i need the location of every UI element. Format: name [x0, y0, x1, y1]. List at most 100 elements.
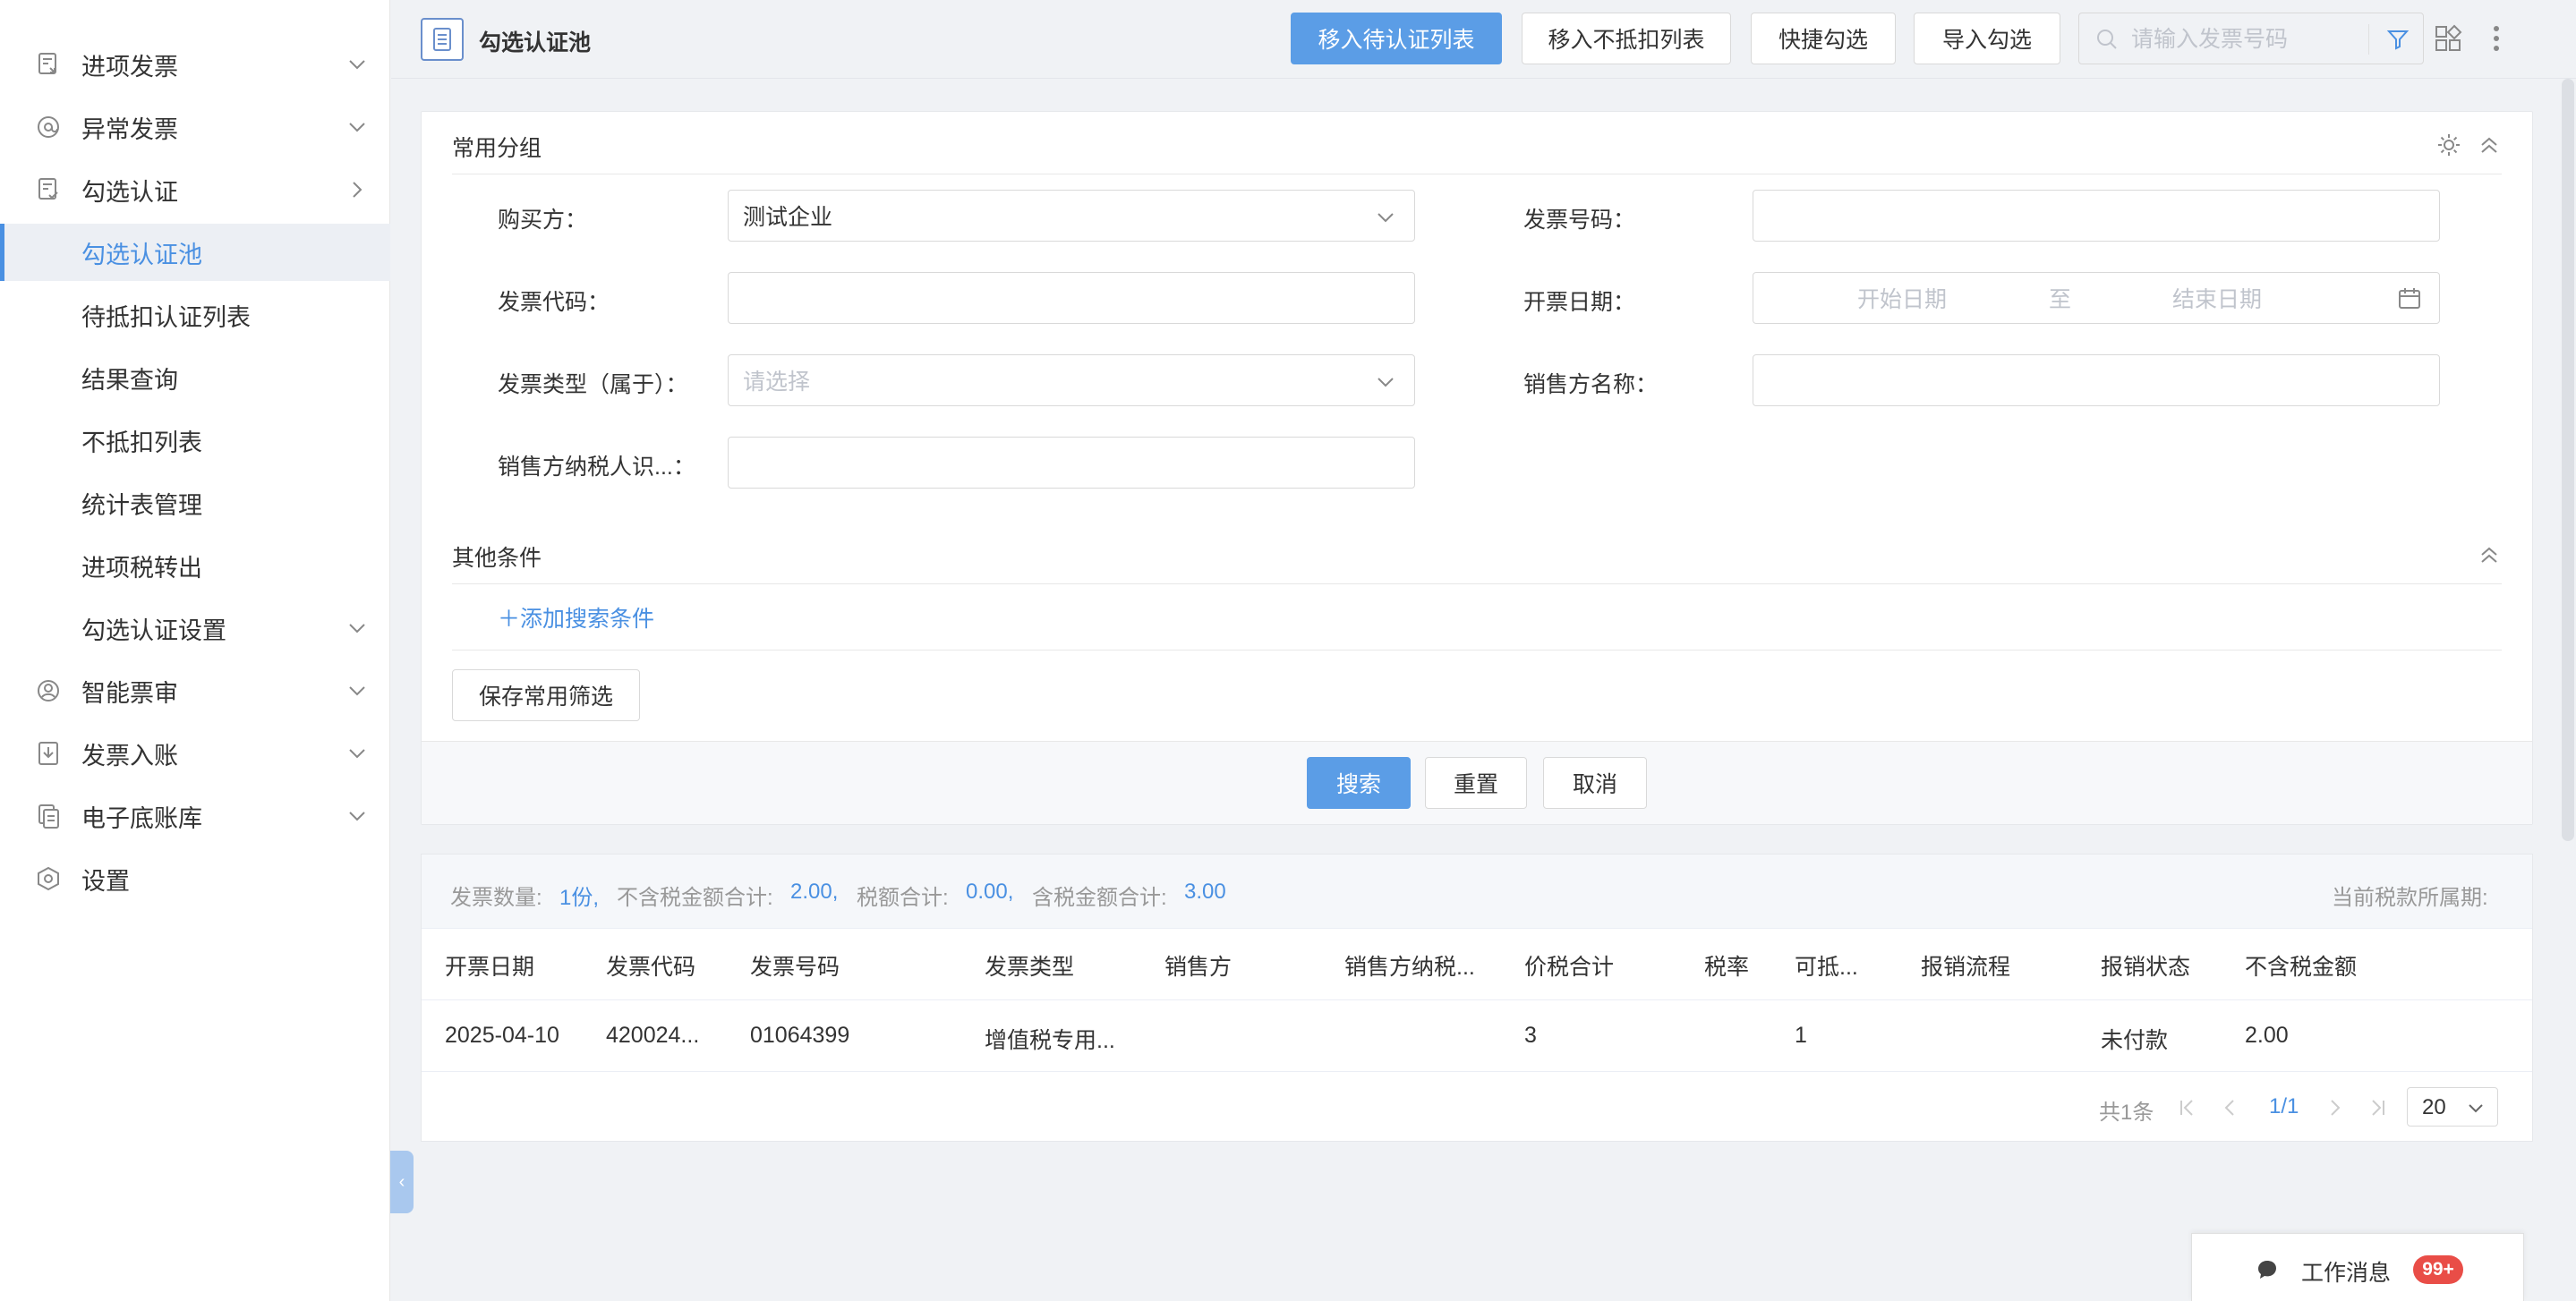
move-to-pending-button[interactable]: 移入待认证列表: [1291, 13, 1502, 64]
column-header[interactable]: 发票代码: [606, 949, 695, 982]
work-messages-button[interactable]: 工作消息: [2191, 1233, 2524, 1301]
seller-taxid-field[interactable]: [728, 437, 1415, 489]
tax-period-label: 当前税款所属期:: [2332, 886, 2488, 910]
gear-icon[interactable]: [2436, 132, 2461, 157]
date-range-separator: 至: [2049, 287, 2072, 312]
table-cell: 增值税专用...: [985, 1028, 1115, 1053]
page-size-select[interactable]: 20: [2407, 1087, 2498, 1127]
column-header[interactable]: 发票类型: [985, 949, 1074, 982]
invoice-type-label: 发票类型（属于）：: [498, 372, 688, 397]
quick-select-button[interactable]: 快捷勾选: [1751, 13, 1896, 64]
sidebar-item-smart-review[interactable]: 智能票审: [0, 662, 390, 719]
save-common-filter-button[interactable]: 保存常用筛选: [452, 669, 640, 721]
sidebar-item-label: 进项税转出: [81, 554, 202, 582]
sidebar-item-e-ledger[interactable]: 电子底账库: [0, 787, 390, 845]
page-title: 勾选认证池: [479, 30, 592, 55]
invoice-code-label: 发票代码：: [498, 290, 610, 315]
chevron-down-icon: [349, 749, 365, 759]
sidebar-item-invoice-booking[interactable]: 发票入账: [0, 725, 390, 782]
cancel-button[interactable]: 取消: [1543, 757, 1647, 809]
page-scrollbar[interactable]: [2562, 79, 2574, 841]
invoice-in-icon: [36, 52, 61, 77]
sidebar-item-result-query[interactable]: 结果查询: [0, 349, 390, 406]
next-page-icon[interactable]: [2326, 1098, 2344, 1118]
collapse-up-icon[interactable]: [2478, 134, 2501, 157]
sidebar-item-check-certify[interactable]: 勾选认证: [0, 161, 390, 218]
tax-total-value: 0.00,: [966, 880, 1014, 904]
column-header[interactable]: 发票号码: [750, 949, 840, 982]
divider: [422, 1071, 2532, 1072]
table-cell: 2025-04-10: [445, 1023, 559, 1048]
last-page-icon[interactable]: [2369, 1098, 2387, 1118]
sidebar-item-check-certify-pool[interactable]: 勾选认证池: [0, 224, 390, 281]
column-header[interactable]: 开票日期: [445, 949, 534, 982]
sidebar-item-statistics[interactable]: 统计表管理: [0, 474, 390, 531]
column-header[interactable]: 可抵...: [1795, 949, 1858, 982]
gross-total-label: 含税金额合计:: [1032, 886, 1167, 910]
end-date-input[interactable]: 结束日期: [2172, 282, 2262, 314]
prev-page-icon[interactable]: [2221, 1098, 2239, 1118]
other-conditions-title: 其他条件: [452, 546, 542, 571]
more-vertical-icon[interactable]: [2481, 23, 2512, 54]
chevron-down-icon: [2469, 1104, 2483, 1113]
gross-total-value: 3.00: [1184, 880, 1226, 904]
chevron-right-icon: [353, 182, 363, 198]
column-header[interactable]: 销售方: [1164, 949, 1232, 982]
reset-button[interactable]: 重置: [1425, 757, 1527, 809]
invoice-number-search: [2078, 13, 2424, 64]
column-header[interactable]: 税率: [1704, 949, 1749, 982]
pagination-current: 1/1: [2269, 1094, 2299, 1118]
import-select-button[interactable]: 导入勾选: [1914, 13, 2060, 64]
hexagon-settings-icon: [36, 866, 61, 891]
sidebar-item-incoming-invoices[interactable]: 进项发票: [0, 36, 390, 93]
copy-doc-icon: [36, 804, 61, 829]
issue-date-range-picker[interactable]: 开始日期 至 结束日期: [1753, 272, 2440, 324]
table-cell: 01064399: [750, 1023, 850, 1048]
layout-grid-icon[interactable]: [2433, 23, 2463, 54]
start-date-input[interactable]: 开始日期: [1857, 282, 1947, 314]
invoice-type-select[interactable]: 请选择: [728, 354, 1415, 406]
column-header[interactable]: 价税合计: [1524, 949, 1614, 982]
chevron-down-icon: [349, 812, 365, 821]
sidebar-item-tax-transfer-out[interactable]: 进项税转出: [0, 537, 390, 594]
sidebar-item-non-deduction-list[interactable]: 不抵扣列表: [0, 412, 390, 469]
results-panel: 发票数量: 1份, 不含税金额合计: 2.00, 税额合计: 0.00, 含税金…: [421, 854, 2533, 1142]
sidebar-item-pending-deduction[interactable]: 待抵扣认证列表: [0, 286, 390, 344]
sidebar-item-settings[interactable]: 设置: [0, 850, 390, 907]
column-header[interactable]: 报销流程: [1921, 949, 2010, 982]
divider: [422, 999, 2532, 1000]
seller-name-field[interactable]: [1753, 354, 2440, 406]
add-search-condition-link[interactable]: ＋添加搜索条件: [498, 601, 654, 633]
sidebar-item-label: 不抵扣列表: [81, 429, 202, 456]
divider: [452, 583, 2502, 584]
sidebar-item-check-certify-settings[interactable]: 勾选认证设置: [0, 599, 390, 657]
document-icon: [421, 18, 464, 61]
first-page-icon[interactable]: [2178, 1098, 2196, 1118]
chevron-down-icon: [349, 624, 365, 633]
filter-icon[interactable]: [2385, 27, 2410, 52]
work-messages-label: 工作消息: [2301, 1261, 2392, 1286]
sidebar-item-abnormal-invoices[interactable]: 异常发票: [0, 98, 390, 156]
sidebar-collapse-toggle[interactable]: ‹: [390, 1151, 414, 1213]
sidebar-item-label: 统计表管理: [81, 491, 202, 519]
issue-date-label: 开票日期：: [1523, 290, 1636, 315]
column-header[interactable]: 报销状态: [2101, 949, 2190, 982]
search-button[interactable]: 搜索: [1307, 757, 1411, 809]
search-input[interactable]: [2131, 22, 2355, 56]
buyer-value: 测试企业: [743, 205, 833, 230]
seller-name-label: 销售方名称：: [1523, 372, 1659, 397]
sidebar: 进项发票 异常发票 勾选认证 勾选认证池 待抵扣认证列表 结果查询 不抵扣列表 …: [0, 0, 390, 1301]
buyer-select[interactable]: 测试企业: [728, 190, 1415, 242]
common-group-title: 常用分组: [452, 136, 542, 161]
column-header[interactable]: 销售方纳税...: [1344, 949, 1475, 982]
amount-total-label: 不含税金额合计:: [617, 886, 773, 910]
collapse-up-icon[interactable]: [2478, 544, 2501, 567]
column-header[interactable]: 不含税金额: [2245, 949, 2357, 982]
invoice-code-field[interactable]: [728, 272, 1415, 324]
move-to-nondeduct-button[interactable]: 移入不抵扣列表: [1522, 13, 1731, 64]
invoice-type-placeholder: 请选择: [743, 370, 811, 395]
invoice-number-field[interactable]: [1753, 190, 2440, 242]
download-doc-icon: [36, 741, 61, 766]
sidebar-item-label: 设置: [81, 867, 130, 895]
invoice-count-value: 1份,: [559, 886, 600, 910]
